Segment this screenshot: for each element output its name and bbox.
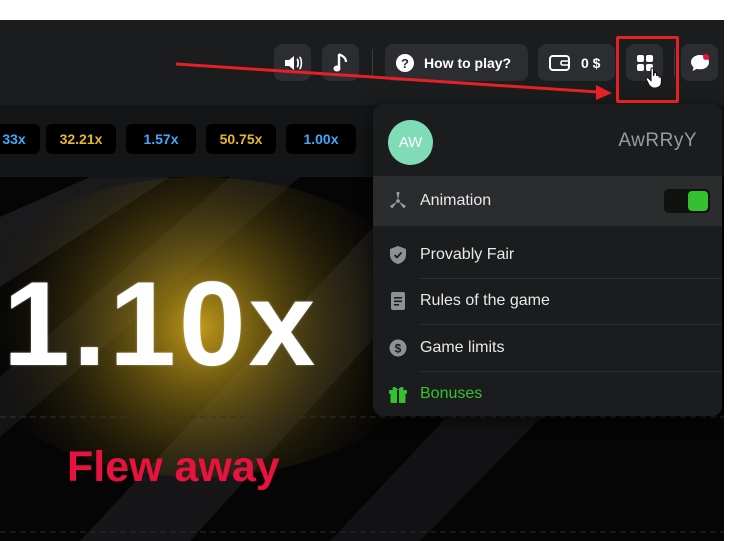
- gift-icon: [388, 384, 408, 404]
- menu-item-label: Rules of the game: [420, 292, 550, 309]
- document-icon: [388, 291, 408, 311]
- history-chip[interactable]: 33x: [0, 124, 40, 154]
- how-to-play-label: How to play?: [424, 54, 512, 71]
- flew-away-status: Flew away: [67, 443, 280, 491]
- animation-toggle[interactable]: [664, 189, 710, 213]
- animation-label: Animation: [420, 192, 492, 209]
- help-circle-icon: ?: [396, 53, 414, 72]
- history-chip[interactable]: 1.00x: [286, 124, 356, 154]
- svg-text:?: ?: [401, 56, 409, 71]
- history-chip-value: 50.75x: [219, 131, 263, 147]
- shield-icon: [388, 245, 408, 265]
- history-chip-value: 33x: [2, 131, 26, 147]
- history-chip-value: 32.21x: [59, 131, 103, 147]
- current-multiplier: 1.10x: [3, 257, 319, 391]
- menu-item-rules[interactable]: Rules of the game: [373, 278, 722, 324]
- history-chip[interactable]: 1.57x: [126, 124, 196, 154]
- wallet-icon: [549, 54, 571, 72]
- speaker-icon: [283, 54, 303, 72]
- history-chip[interactable]: 50.75x: [206, 124, 276, 154]
- menu-item-label: Game limits: [420, 339, 505, 356]
- menu-item-label: Provably Fair: [420, 246, 515, 263]
- chat-icon: [689, 53, 711, 73]
- username: AwRRyY: [618, 130, 697, 151]
- sound-button[interactable]: [274, 44, 311, 81]
- toolbar-divider: [372, 49, 373, 77]
- menu-item-label: Bonuses: [420, 385, 483, 402]
- avatar[interactable]: AW: [388, 120, 433, 165]
- propeller-icon: [388, 191, 408, 211]
- hand-cursor-icon: [645, 67, 662, 89]
- menu-item-game-limits[interactable]: $ Game limits: [373, 325, 722, 371]
- history-chip[interactable]: 32.21x: [46, 124, 116, 154]
- music-note-icon: [333, 52, 349, 74]
- balance-value: 0 $: [581, 54, 601, 71]
- chat-button[interactable]: [681, 44, 718, 81]
- svg-text:$: $: [395, 341, 402, 355]
- menu-profile-header: AW AwRRyY: [373, 104, 722, 176]
- history-chip-value: 1.57x: [143, 131, 179, 147]
- animation-setting: Animation: [373, 176, 722, 226]
- toggle-knob: [688, 191, 708, 211]
- how-to-play-button[interactable]: ? How to play?: [385, 44, 528, 81]
- menu-item-bonuses[interactable]: Bonuses: [373, 371, 722, 416]
- menu-item-provably-fair[interactable]: Provably Fair: [373, 232, 722, 278]
- music-button[interactable]: [322, 44, 359, 81]
- history-chip-value: 1.00x: [303, 131, 339, 147]
- settings-menu: AW AwRRyY Animation Provably Fair Rules …: [373, 104, 722, 416]
- balance-button[interactable]: 0 $: [538, 44, 615, 81]
- dollar-coin-icon: $: [388, 338, 408, 358]
